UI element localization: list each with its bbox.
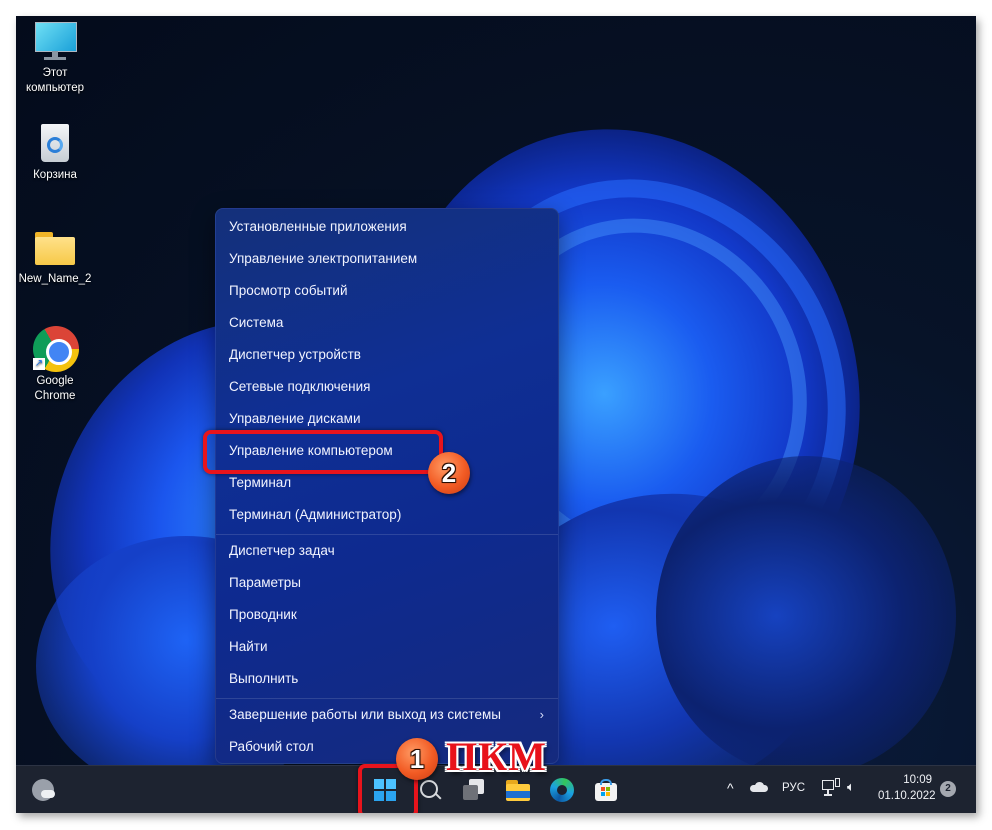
desktop-screen: Этот компьютер Корзина New_Name_2 ↗ Goog… [16,16,976,813]
volume-icon[interactable]: 🔈︎ [847,779,855,795]
desktop-icon-recycle-bin[interactable]: Корзина [16,120,94,183]
tray-overflow-chevron-up-icon[interactable]: ^ [727,780,734,796]
menu-item-installed-apps[interactable]: Установленные приложения [216,211,558,243]
chrome-icon: ↗ [33,326,79,372]
clock-date: 01.10.2022 [878,790,936,802]
menu-item-power-options[interactable]: Управление электропитанием [216,243,558,275]
highlight-computer-management [203,430,443,474]
desktop-icon-label: Корзина [33,169,77,181]
menu-item-label: Завершение работы или выход из системы [229,707,501,722]
desktop-icon-chrome[interactable]: ↗ Google Chrome [16,326,94,404]
right-click-caption: ПКМ [446,734,547,779]
menu-item-file-explorer[interactable]: Проводник [216,599,558,631]
file-explorer-icon[interactable] [504,776,532,804]
step-badge-2: 2 [428,452,470,494]
recycle-bin-icon [33,120,77,164]
menu-item-system[interactable]: Система [216,307,558,339]
menu-item-run[interactable]: Выполнить [216,663,558,695]
network-icon[interactable] [822,778,840,796]
menu-item-shutdown-signout[interactable]: Завершение работы или выход из системы › [216,699,558,731]
desktop-icon-this-pc[interactable]: Этот компьютер [16,18,94,96]
desktop-icon-label: New_Name_2 [18,273,92,285]
menu-item-device-manager[interactable]: Диспетчер устройств [216,339,558,371]
store-icon[interactable] [592,776,620,804]
shortcut-arrow-icon: ↗ [33,358,45,370]
clock[interactable]: 10:09 01.10.2022 [878,772,936,804]
folder-icon [33,224,77,268]
menu-item-search[interactable]: Найти [216,631,558,663]
menu-item-task-manager[interactable]: Диспетчер задач [216,535,558,567]
weather-icon[interactable] [30,776,58,804]
edge-icon[interactable] [548,776,576,804]
menu-item-network-connections[interactable]: Сетевые подключения [216,371,558,403]
notifications-badge[interactable]: 2 [940,781,956,797]
desktop-icon-label: Этот компьютер [26,67,84,94]
menu-item-settings[interactable]: Параметры [216,567,558,599]
monitor-icon [33,18,77,62]
desktop-icon-folder[interactable]: New_Name_2 [16,224,94,287]
search-icon[interactable] [416,776,444,804]
desktop-icon-label: Google Chrome [34,375,76,402]
onedrive-cloud-icon[interactable] [750,782,768,792]
menu-item-event-viewer[interactable]: Просмотр событий [216,275,558,307]
clock-time: 10:09 [903,774,932,786]
language-indicator[interactable]: РУС [782,782,805,794]
step-badge-1: 1 [396,738,438,780]
chevron-right-icon: › [539,707,544,722]
task-view-icon[interactable] [460,776,488,804]
start-context-menu: Установленные приложения Управление элек… [215,208,559,764]
menu-item-terminal-admin[interactable]: Терминал (Администратор) [216,499,558,531]
